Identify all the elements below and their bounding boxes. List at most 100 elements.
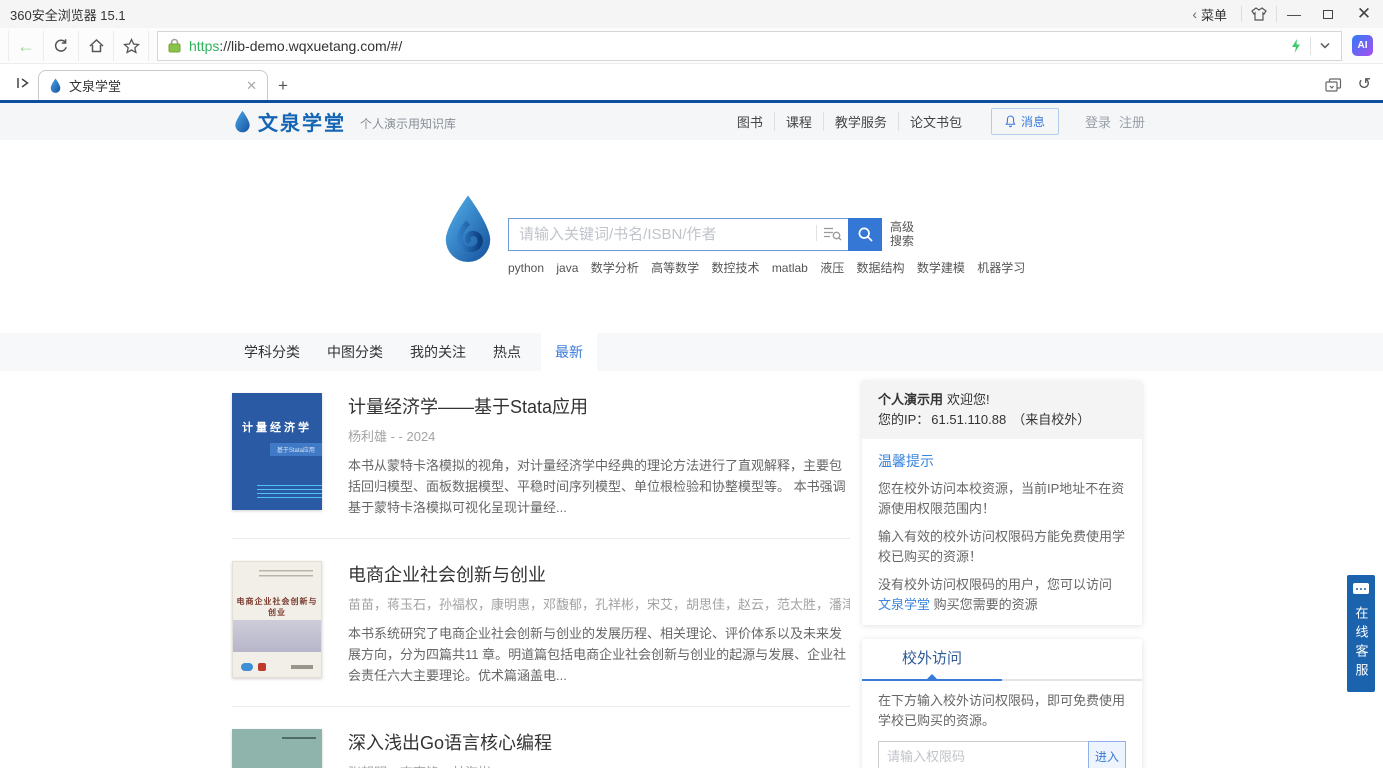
keyword-link[interactable]: 数据结构 bbox=[857, 261, 905, 275]
tab-close-icon[interactable]: ✕ bbox=[246, 78, 257, 94]
welcome-section: 个人演示用欢迎您! 您的IP：61.51.110.88（来自校外） bbox=[862, 381, 1142, 439]
search-section: 高级 搜索 python java 数学分析 高等数学 数控技术 matlab … bbox=[0, 140, 1383, 333]
list-search-icon[interactable] bbox=[823, 226, 842, 241]
star-icon bbox=[123, 38, 140, 54]
welcome-card: 个人演示用欢迎您! 您的IP：61.51.110.88（来自校外） 温馨提示 您… bbox=[862, 381, 1142, 625]
book-title[interactable]: 深入浅出Go语言核心编程 bbox=[348, 729, 850, 755]
tab-my-follows[interactable]: 我的关注 bbox=[403, 333, 473, 371]
site-favicon bbox=[49, 78, 62, 94]
back-button[interactable]: ← bbox=[9, 31, 44, 61]
hot-keywords: python java 数学分析 高等数学 数控技术 matlab 液压 数据结… bbox=[508, 259, 1034, 276]
site-logo[interactable]: 文泉学堂 个人演示用知识库 bbox=[233, 107, 456, 136]
book-title[interactable]: 计量经济学——基于Stata应用 bbox=[348, 393, 850, 419]
tab-latest[interactable]: 最新 bbox=[541, 333, 597, 371]
back-arrow-icon: ← bbox=[17, 37, 35, 55]
advanced-search-link[interactable]: 高级 搜索 bbox=[890, 218, 914, 251]
book-title[interactable]: 电商企业社会创新与创业 bbox=[348, 561, 850, 587]
ai-assistant-button[interactable]: AI bbox=[1352, 35, 1373, 56]
window-title: 360安全浏览器 15.1 bbox=[10, 5, 126, 24]
url-text: https://lib-demo.wqxuetang.com/#/ bbox=[189, 38, 402, 54]
access-code-input[interactable] bbox=[878, 741, 1089, 768]
tshirt-icon bbox=[1251, 7, 1267, 21]
keyword-link[interactable]: python bbox=[508, 261, 544, 275]
tab-off-campus-access[interactable]: 校外访问 bbox=[862, 639, 1002, 681]
book-list: 计量经济学 基于Stata应用 计量经济学——基于Stata应用 杨利雄 - -… bbox=[232, 371, 850, 768]
logo-drop-icon bbox=[233, 110, 252, 134]
seal-logo bbox=[258, 663, 266, 671]
book-authors: 苗苗，蒋玉石，孙福权，康明惠，邓馥郁，孔祥彬，宋艾，胡思佳，赵云，范太胜，潘津，… bbox=[348, 594, 850, 613]
bookmark-button[interactable] bbox=[114, 31, 149, 61]
keyword-link[interactable]: matlab bbox=[772, 261, 808, 275]
refresh-icon bbox=[53, 38, 69, 54]
bell-icon bbox=[1005, 115, 1016, 128]
new-tab-button[interactable]: + bbox=[278, 76, 288, 96]
keyword-link[interactable]: 机器学习 bbox=[977, 261, 1025, 275]
chevron-down-icon[interactable] bbox=[1319, 42, 1331, 50]
home-icon bbox=[88, 38, 105, 53]
window-controls: ‹菜单 — ✕ bbox=[1178, 0, 1383, 28]
wqxuetang-link[interactable]: 文泉学堂 bbox=[878, 597, 930, 612]
book-description: 本书系统研究了电商企业社会创新与创业的发展历程、相关理论、评价体系以及未来发展方… bbox=[348, 623, 850, 686]
online-service-widget[interactable]: 在线客服 bbox=[1347, 575, 1375, 692]
search-input[interactable] bbox=[508, 218, 848, 251]
maximize-button[interactable] bbox=[1311, 0, 1345, 28]
tab-clc-category[interactable]: 中图分类 bbox=[320, 333, 390, 371]
theme-skin-button[interactable] bbox=[1242, 0, 1276, 28]
tab-hot[interactable]: 热点 bbox=[486, 333, 528, 371]
keyword-link[interactable]: 高等数学 bbox=[651, 261, 699, 275]
browser-tabrow: 文泉学堂 ✕ + ↺ bbox=[0, 64, 1383, 100]
site-tagline: 个人演示用知识库 bbox=[360, 115, 456, 132]
sidebar-toggle-button[interactable] bbox=[8, 68, 38, 98]
book-item: 电商企业社会创新与创业 电商企业社会创新与创业 苗苗，蒋玉石，孙福权，康明惠，邓… bbox=[232, 539, 850, 707]
cloud-logo bbox=[241, 663, 253, 671]
browser-window: 360安全浏览器 15.1 ‹菜单 — ✕ ← bbox=[0, 0, 1383, 768]
register-link[interactable]: 注册 bbox=[1119, 115, 1145, 130]
close-window-button[interactable]: ✕ bbox=[1345, 0, 1383, 28]
messages-button[interactable]: 消息 bbox=[991, 108, 1059, 135]
keyword-link[interactable]: 数控技术 bbox=[711, 261, 759, 275]
tips-section: 温馨提示 您在校外访问本校资源，当前IP地址不在资源使用权限范围内！ 输入有效的… bbox=[862, 439, 1142, 625]
tab-subject-category[interactable]: 学科分类 bbox=[237, 333, 307, 371]
book-authors: 张朝明、李奕锋、甘海彬 - - 2024 bbox=[348, 762, 850, 768]
chevron-left-icon: ‹ bbox=[1192, 6, 1197, 22]
access-description: 在下方输入校外访问权限码，即可免费使用学校已购买的资源。 bbox=[878, 691, 1126, 731]
main-content: 计量经济学 基于Stata应用 计量经济学——基于Stata应用 杨利雄 - -… bbox=[0, 371, 1383, 768]
book-description: 本书从蒙特卡洛模拟的视角，对计量经济学中经典的理论方法进行了直观解释，主要包括回… bbox=[348, 455, 850, 518]
book-authors: 杨利雄 - - 2024 bbox=[348, 426, 850, 445]
right-sidebar: 个人演示用欢迎您! 您的IP：61.51.110.88（来自校外） 温馨提示 您… bbox=[862, 381, 1142, 768]
home-button[interactable] bbox=[79, 31, 114, 61]
browser-titlebar: 360安全浏览器 15.1 ‹菜单 — ✕ bbox=[0, 0, 1383, 28]
access-enter-button[interactable]: 进入 bbox=[1088, 741, 1126, 768]
minimize-button[interactable]: — bbox=[1277, 0, 1311, 28]
sidebar-expand-icon bbox=[16, 77, 31, 89]
nav-teaching-services[interactable]: 教学服务 bbox=[823, 112, 898, 131]
publisher-mark bbox=[291, 665, 313, 669]
category-tabbar: 学科分类 中图分类 我的关注 热点 最新 bbox=[0, 333, 1383, 371]
chat-bubble-icon bbox=[1353, 583, 1369, 594]
keyword-link[interactable]: 数学建模 bbox=[917, 261, 965, 275]
nav-courses[interactable]: 课程 bbox=[774, 112, 823, 131]
keyword-link[interactable]: java bbox=[556, 261, 578, 275]
keyword-link[interactable]: 数学分析 bbox=[591, 261, 639, 275]
multi-window-icon[interactable] bbox=[1325, 78, 1342, 93]
book-cover[interactable]: 计量经济学 基于Stata应用 bbox=[232, 393, 322, 510]
magnifier-icon bbox=[857, 226, 874, 243]
refresh-button[interactable] bbox=[44, 31, 79, 61]
restore-tab-icon[interactable]: ↺ bbox=[1358, 77, 1371, 93]
keyword-link[interactable]: 液压 bbox=[820, 261, 844, 275]
menu-button[interactable]: ‹菜单 bbox=[1178, 5, 1241, 24]
nav-books[interactable]: 图书 bbox=[726, 112, 774, 131]
address-bar[interactable]: https://lib-demo.wqxuetang.com/#/ bbox=[157, 31, 1342, 61]
book-cover[interactable]: 深入浅出 Go语言核心编程 bbox=[232, 729, 322, 768]
book-item: 深入浅出 Go语言核心编程 深入浅出Go语言核心编程 张朝明、李奕锋、甘海彬 -… bbox=[232, 707, 850, 768]
ip-address: 61.51.110.88 bbox=[931, 412, 1006, 427]
lock-icon bbox=[168, 38, 181, 53]
browser-tab[interactable]: 文泉学堂 ✕ bbox=[38, 70, 268, 100]
off-campus-access-card: 校外访问 在下方输入校外访问权限码，即可免费使用学校已购买的资源。 进入 bbox=[862, 639, 1142, 768]
nav-paper-bag[interactable]: 论文书包 bbox=[898, 112, 973, 131]
browser-toolbar: ← https://lib-demo.wqxuetang.com/#/ AI bbox=[0, 28, 1383, 64]
search-button[interactable] bbox=[848, 218, 882, 251]
login-link[interactable]: 登录 bbox=[1085, 115, 1111, 130]
book-cover[interactable]: 电商企业社会创新与创业 bbox=[232, 561, 322, 678]
speed-bolt-icon[interactable] bbox=[1290, 38, 1302, 54]
